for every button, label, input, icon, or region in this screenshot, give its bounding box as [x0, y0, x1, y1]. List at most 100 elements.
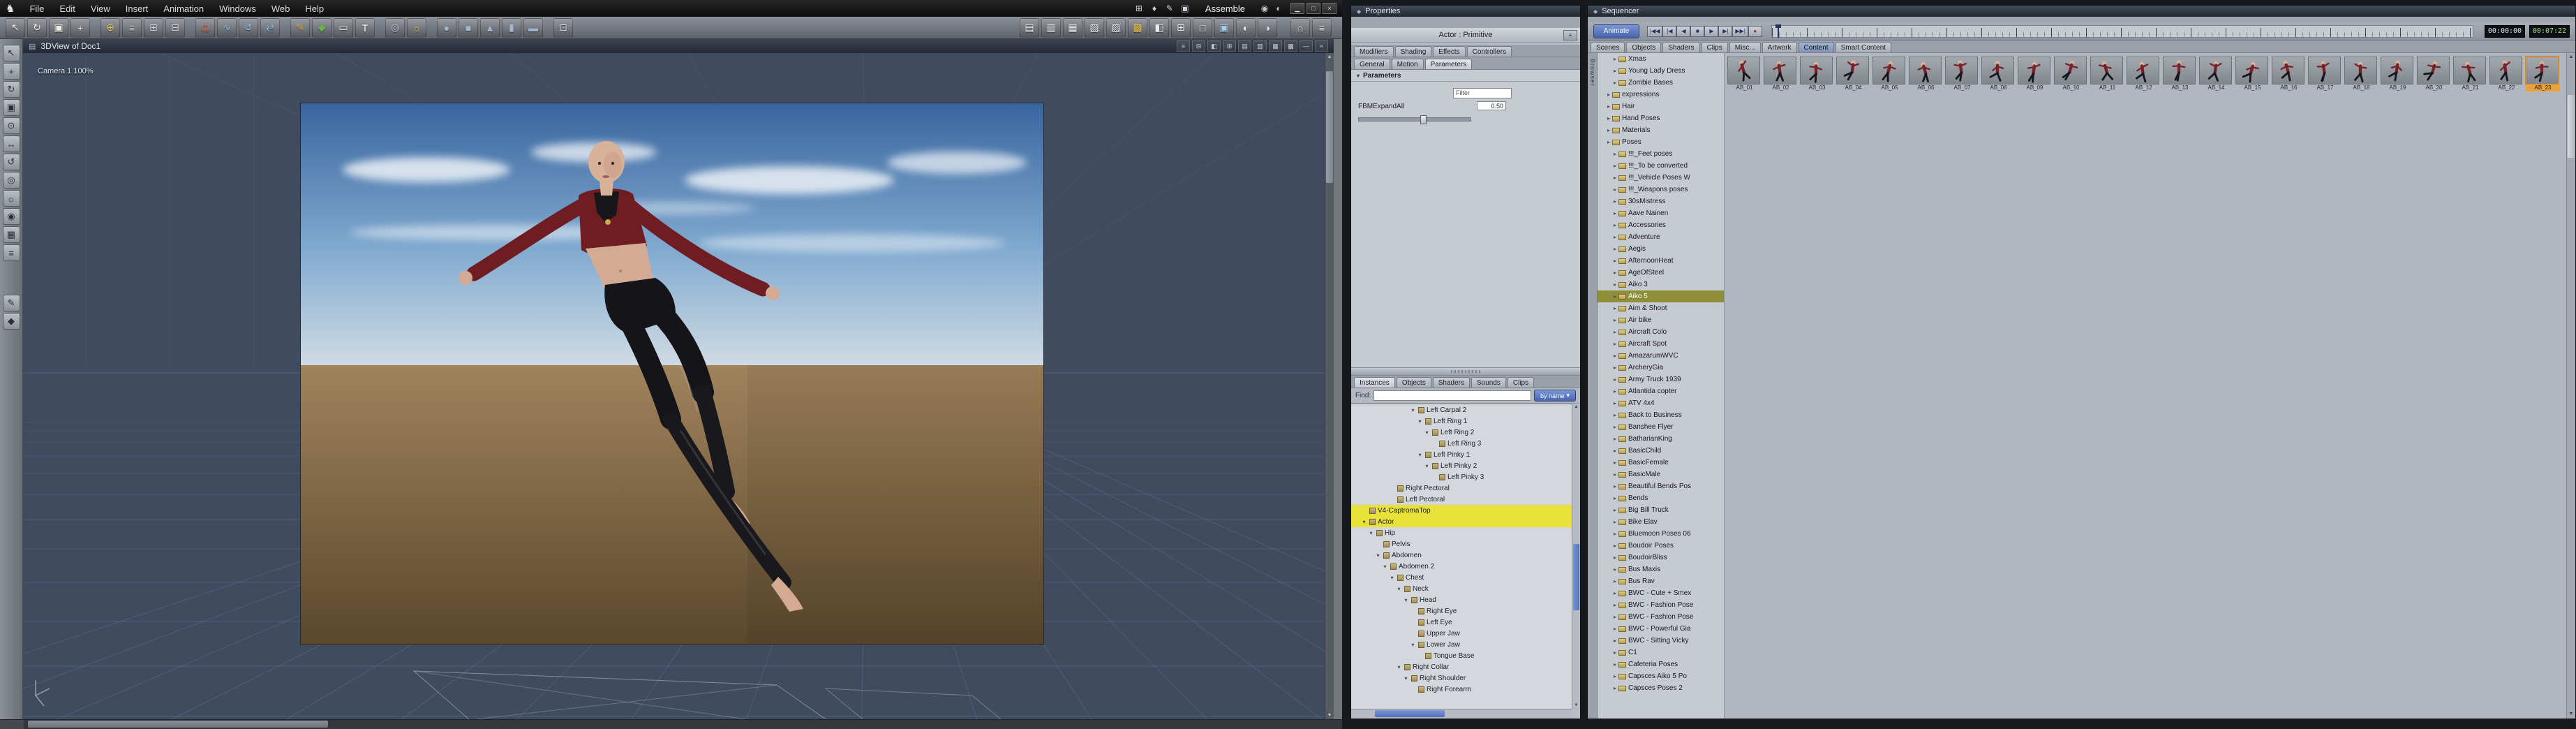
- folder-item-bwc-fashion-pose[interactable]: ▸ BWC - Fashion Pose: [1598, 599, 1724, 611]
- folder-item-basicfemale[interactable]: ▸ BasicFemale: [1598, 457, 1724, 469]
- parameter-value-field[interactable]: 0.50: [1477, 101, 1506, 110]
- magnet-tool[interactable]: Ω: [195, 17, 215, 38]
- expand-arrow-icon[interactable]: ▸: [1611, 566, 1618, 573]
- pose-thumbnail-image[interactable]: [2417, 57, 2450, 84]
- menu-insert[interactable]: Insert: [118, 0, 156, 17]
- pose-thumbnail-image[interactable]: [2489, 57, 2522, 84]
- tab-parameters[interactable]: Parameters: [1424, 59, 1473, 69]
- expand-arrow-icon[interactable]: ▸: [1611, 543, 1618, 549]
- tab-artwork[interactable]: Artwork: [1762, 42, 1797, 52]
- tab-modifiers[interactable]: Modifiers: [1354, 46, 1394, 57]
- pose-thumbnail-image[interactable]: [2526, 57, 2559, 84]
- folder-item-archerygia[interactable]: ▸ ArcheryGia: [1598, 362, 1724, 374]
- folder-item-aircraft-spot[interactable]: ▸ Aircraft Spot: [1598, 338, 1724, 350]
- view-preset-1-icon[interactable]: ▤: [1238, 40, 1251, 52]
- light-icon[interactable]: ☼: [2, 190, 20, 207]
- pose-thumbnail-ab-21[interactable]: AB_21: [2453, 57, 2487, 91]
- quad-layout-icon[interactable]: ⊞: [1223, 40, 1236, 52]
- folder-item-boudoirbliss[interactable]: ▸ BoudoirBliss: [1598, 552, 1724, 564]
- expand-arrow-icon[interactable]: ▸: [1611, 210, 1618, 216]
- ungroup-tool[interactable]: ⊟: [165, 17, 185, 38]
- folder-item-back-to-business[interactable]: ▸ Back to Business: [1598, 409, 1724, 421]
- expand-arrow-icon[interactable]: ▸: [1611, 186, 1618, 193]
- tree-item-left-pinky-1[interactable]: ▾ Left Pinky 1: [1351, 449, 1572, 460]
- folder-item-feet-poses[interactable]: ▸ !!!_Feet poses: [1598, 148, 1724, 160]
- textured-mode-icon[interactable]: ▩: [1128, 17, 1147, 38]
- parameters-section-header[interactable]: ▾ Parameters: [1351, 70, 1580, 82]
- expand-arrow-icon[interactable]: ▸: [1605, 139, 1612, 145]
- menu-view[interactable]: View: [83, 0, 118, 17]
- scroll-down-icon[interactable]: ▼: [2567, 710, 2575, 719]
- expand-arrow-icon[interactable]: ▸: [1611, 507, 1618, 513]
- split-horizontal-icon[interactable]: ⊟: [1192, 40, 1205, 52]
- pose-thumbnail-image[interactable]: [1800, 57, 1833, 84]
- lit-wireframe-mode-icon[interactable]: ▥: [1041, 17, 1061, 38]
- folder-item-adventure[interactable]: ▸ Adventure: [1598, 231, 1724, 243]
- preview-quality-icon[interactable]: ◐: [1236, 17, 1256, 38]
- pose-thumbnail-image[interactable]: [1764, 57, 1796, 84]
- view-preset-3-icon[interactable]: ▦: [1269, 40, 1282, 52]
- pose-thumbnail-image[interactable]: [2163, 57, 2196, 84]
- folder-item-aim-shoot[interactable]: ▸ Aim & Shoot: [1598, 302, 1724, 314]
- scroll-up-icon[interactable]: ▲: [1572, 404, 1580, 411]
- folder-item-boudoir-poses[interactable]: ▸ Boudoir Poses: [1598, 540, 1724, 552]
- folder-item-xmas[interactable]: ▸ Xmas: [1598, 53, 1724, 65]
- tab-general[interactable]: General: [1354, 59, 1390, 69]
- duplicate-tool[interactable]: ⊡: [553, 17, 573, 38]
- split-view-icon[interactable]: ◧: [1149, 17, 1169, 38]
- folder-item-capsces-aiko-5-po[interactable]: ▸ Capsces Aiko 5 Po: [1598, 670, 1724, 682]
- translate-tool[interactable]: +: [2, 63, 20, 80]
- step-back-button[interactable]: |◀: [1662, 25, 1677, 37]
- pose-thumbnail-ab-12[interactable]: AB_12: [2127, 57, 2161, 91]
- collapse-triangle-icon[interactable]: ▾: [1357, 73, 1360, 79]
- panel-splitter[interactable]: [1351, 367, 1580, 376]
- expand-toggle-icon[interactable]: ▾: [1396, 664, 1402, 670]
- folder-item-vehicle-poses-w[interactable]: ▸ !!!_Vehicle Poses W: [1598, 172, 1724, 184]
- expand-arrow-icon[interactable]: ▸: [1611, 638, 1618, 644]
- pose-thumbnail-image[interactable]: [2344, 57, 2377, 84]
- pose-thumbnail-ab-02[interactable]: AB_02: [1764, 57, 1798, 91]
- expand-arrow-icon[interactable]: ▸: [1611, 685, 1618, 691]
- phong-mode-icon[interactable]: ▨: [1106, 17, 1126, 38]
- scale-view-tool[interactable]: ▣: [2, 99, 20, 116]
- tree-item-hip[interactable]: ▾ Hip: [1351, 527, 1572, 538]
- slider-thumb[interactable]: [1420, 115, 1427, 124]
- folder-item-young-lady-dress[interactable]: ▸ Young Lady Dress: [1598, 65, 1724, 77]
- expand-toggle-icon[interactable]: ▾: [1410, 407, 1416, 413]
- folder-item-bwc-powerful-gia[interactable]: ▸ BWC - Powerful Gia: [1598, 623, 1724, 635]
- tab-objects[interactable]: Objects: [1626, 42, 1662, 52]
- cube-primitive[interactable]: ■: [459, 17, 478, 38]
- expand-arrow-icon[interactable]: ▸: [1611, 412, 1618, 418]
- tab-shaders[interactable]: Shaders: [1662, 42, 1700, 52]
- align-tool[interactable]: ≡: [122, 17, 142, 38]
- single-view-icon[interactable]: □: [1193, 17, 1212, 38]
- menu-file[interactable]: File: [22, 0, 52, 17]
- light-tool[interactable]: ☼: [407, 17, 426, 38]
- expand-arrow-icon[interactable]: ▸: [1611, 246, 1618, 252]
- expand-arrow-icon[interactable]: ▸: [1611, 388, 1618, 395]
- paint-icon[interactable]: ✎: [2, 295, 20, 311]
- select-tool[interactable]: ↖: [2, 45, 20, 61]
- maximize-button[interactable]: □: [1306, 3, 1320, 14]
- record-button[interactable]: ●: [1748, 25, 1762, 37]
- camera-tool[interactable]: ◎: [385, 17, 405, 38]
- folder-item-aircraft-colo[interactable]: ▸ Aircraft Colo: [1598, 326, 1724, 338]
- expand-arrow-icon[interactable]: ▸: [1611, 270, 1618, 276]
- plane-primitive[interactable]: ▬: [523, 17, 543, 38]
- pose-thumbnail-ab-22[interactable]: AB_22: [2489, 57, 2524, 91]
- expand-arrow-icon[interactable]: ▸: [1611, 602, 1618, 608]
- folder-item-capsces-poses-2[interactable]: ▸ Capsces Poses 2: [1598, 682, 1724, 694]
- expand-arrow-icon[interactable]: ▸: [1605, 127, 1612, 133]
- zoom-tool[interactable]: ⊙: [2, 117, 20, 134]
- cylinder-primitive[interactable]: ▮: [502, 17, 521, 38]
- panel-menu-icon[interactable]: ≡: [1312, 17, 1332, 38]
- play-reverse-button[interactable]: ◀: [1676, 25, 1691, 37]
- folder-item-zombie-bases[interactable]: ▸ Zombie Bases: [1598, 77, 1724, 89]
- menu-animation[interactable]: Animation: [156, 0, 211, 17]
- pose-thumbnail-image[interactable]: [1873, 57, 1905, 84]
- eraser-tool[interactable]: ▭: [334, 17, 353, 38]
- expand-arrow-icon[interactable]: ▸: [1611, 305, 1618, 311]
- expand-arrow-icon[interactable]: ▸: [1611, 554, 1618, 561]
- folder-item-basicchild[interactable]: ▸ BasicChild: [1598, 445, 1724, 457]
- expand-arrow-icon[interactable]: ▸: [1611, 317, 1618, 323]
